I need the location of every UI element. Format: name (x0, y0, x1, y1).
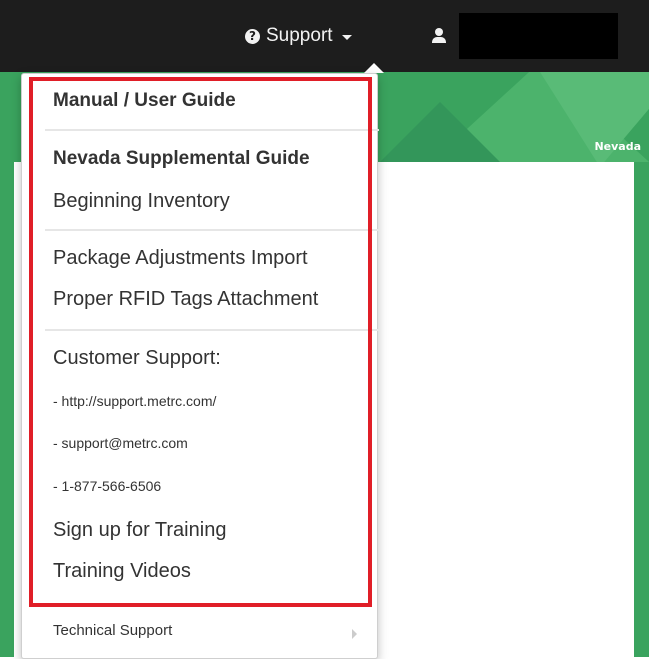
top-navbar: ? Support (0, 0, 649, 72)
user-menu-toggle[interactable] (432, 13, 618, 59)
background-strip-left (0, 162, 14, 657)
menu-item-technical-support[interactable]: Technical Support (53, 622, 172, 639)
question-circle-icon: ? (245, 28, 260, 44)
caret-down-icon (341, 34, 352, 40)
state-label: Nevada (594, 140, 641, 153)
username-redacted (459, 13, 618, 59)
support-label: Support (266, 25, 333, 46)
dropdown-pointer (364, 63, 384, 73)
highlight-annotation-box (29, 77, 372, 607)
chevron-right-icon (352, 629, 357, 639)
user-icon (432, 28, 446, 44)
support-menu-toggle[interactable]: ? Support (245, 22, 352, 50)
background-strip-right (634, 162, 649, 657)
